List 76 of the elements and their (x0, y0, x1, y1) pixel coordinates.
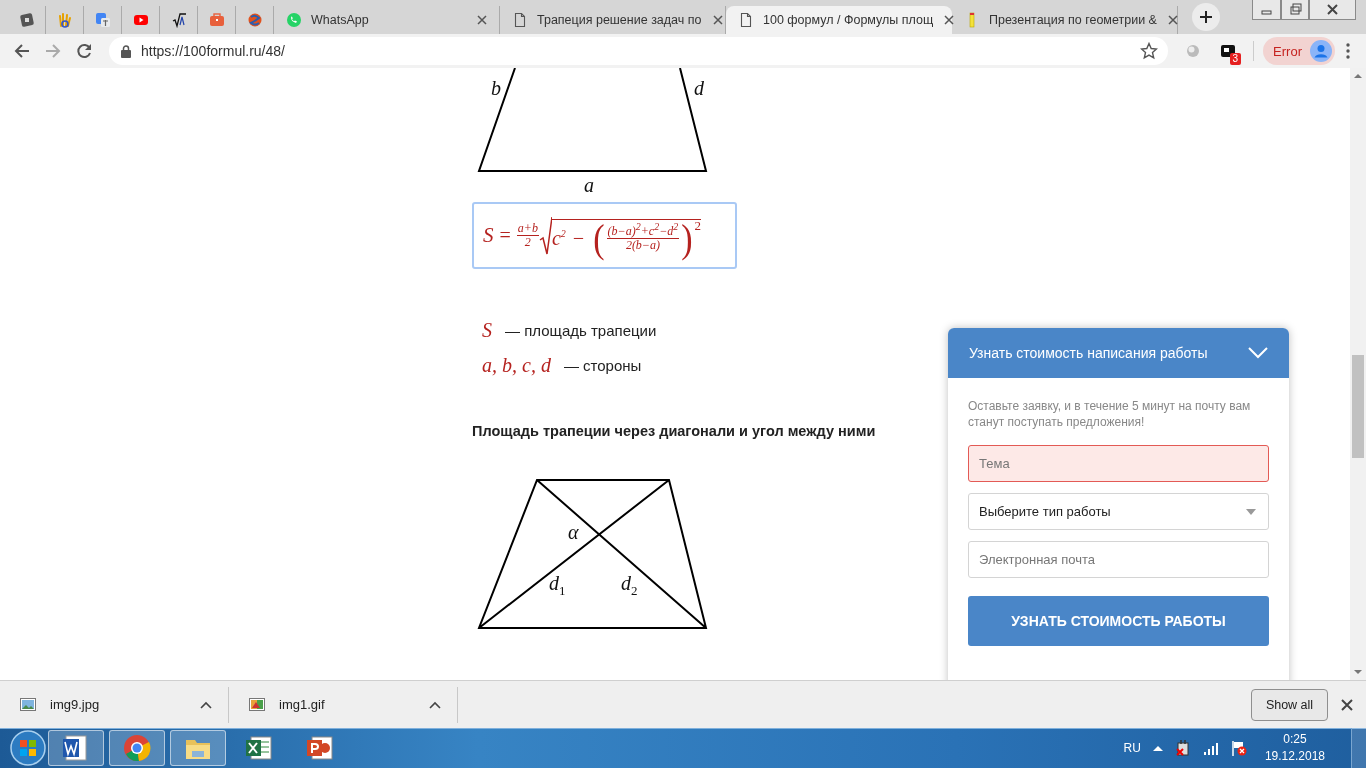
new-tab-button[interactable] (1192, 3, 1220, 31)
hand-logo-icon (56, 12, 73, 28)
power-plug-icon[interactable] (1174, 740, 1191, 756)
image-file-icon (249, 696, 265, 713)
show-all-button[interactable]: Show all (1251, 688, 1328, 721)
maximize-icon[interactable] (1281, 0, 1309, 20)
star-icon[interactable] (1140, 42, 1159, 60)
work-type-select[interactable]: Выберите тип работы (968, 493, 1269, 530)
formula-exponent: 2 (694, 217, 702, 234)
section-heading: Площадь трапеции через диагонали и угол между ними (472, 423, 876, 439)
square-logo-icon (18, 12, 35, 28)
minimize-icon[interactable] (1252, 0, 1281, 20)
language-indicator[interactable]: RU (1123, 741, 1141, 755)
scrollbar-thumb[interactable] (1352, 355, 1364, 458)
submit-button[interactable]: УЗНАТЬ СТОИМОСТЬ РАБОТЫ (968, 596, 1269, 646)
swirl-logo-icon (246, 12, 263, 28)
browser-tab[interactable]: 100 формул / Формулы площ (726, 6, 952, 34)
avatar-icon (1310, 40, 1332, 62)
formula-term: c$^{2}$ (551, 227, 566, 250)
widget-header[interactable]: Узнать стоимость написания работы (948, 328, 1289, 378)
side-label: b (491, 78, 501, 98)
formula-symbol: a, b, c, d (482, 353, 551, 377)
parenthesis: ( (593, 218, 605, 259)
close-icon[interactable] (942, 13, 957, 27)
presentation-icon[interactable] (306, 734, 334, 762)
close-icon[interactable] (475, 13, 489, 27)
close-icon[interactable] (1309, 0, 1356, 20)
chevron-down-icon (1248, 347, 1268, 359)
address-field[interactable]: https://100formul.ru/48/ (109, 37, 1169, 65)
lock-icon (121, 44, 131, 58)
word-document-icon[interactable] (62, 734, 90, 762)
root-sign-icon (170, 12, 187, 28)
fraction-numerator: a+b (516, 222, 539, 236)
image-file-icon (20, 696, 36, 713)
spreadsheet-icon[interactable] (245, 734, 273, 762)
parenthesis: ) (681, 218, 693, 259)
fraction-denominator: 2 (524, 236, 531, 249)
symbol-description: — стороны (563, 356, 642, 374)
chrome-logo-icon[interactable] (123, 734, 151, 762)
diagram-label: d$_{2}$ (621, 573, 638, 597)
formula-symbol: S (483, 223, 494, 248)
show-hidden-icon[interactable] (1152, 745, 1163, 751)
start-orb-icon[interactable] (8, 729, 48, 767)
document-icon (738, 12, 754, 28)
translate-icon (94, 12, 111, 28)
caret-up-icon[interactable] (429, 700, 441, 709)
symbol-description: — площадь трапеции (505, 321, 657, 339)
input-field[interactable]: Тема (968, 445, 1269, 482)
plus-icon (1199, 10, 1213, 24)
formula-operator: − (571, 227, 586, 250)
profile-button[interactable]: Error (1263, 37, 1335, 65)
download-item[interactable]: img9.jpg (0, 686, 229, 723)
clock[interactable]: 0:25 19.12.2018 (1264, 731, 1325, 765)
flag-icon[interactable] (1230, 740, 1247, 756)
side-label: d (694, 78, 704, 98)
side-label: a (584, 175, 594, 195)
caret-up-icon[interactable] (200, 700, 212, 709)
diagram-label: d$_{1}$ (549, 573, 566, 597)
diagram-label: α (568, 522, 579, 542)
close-icon[interactable] (1340, 697, 1354, 712)
document-icon (512, 12, 528, 28)
briefcase-icon (208, 12, 225, 28)
close-icon[interactable] (710, 13, 725, 27)
close-icon[interactable] (1165, 13, 1180, 27)
formula-symbol: S (482, 318, 492, 342)
dropdown-caret-icon (1246, 508, 1256, 515)
play-icon (132, 12, 149, 28)
chat-bubble-icon (286, 12, 302, 28)
input-field[interactable]: Электронная почта (968, 541, 1269, 578)
signal-bars-icon[interactable] (1202, 741, 1219, 755)
fraction-numerator: (b−a)$^{2}$+c$^{2}$−d$^{2}$ (606, 225, 680, 239)
download-item[interactable]: img1.gif (229, 686, 458, 723)
fraction-denominator: 2(b−a) (625, 239, 660, 252)
widget-note: Оставьте заявку, и в течение 5 минут на почту вам станут поступать предложения! (968, 398, 1252, 430)
formula-operator: = (499, 224, 511, 247)
notification-badge: 3 (1229, 53, 1242, 65)
